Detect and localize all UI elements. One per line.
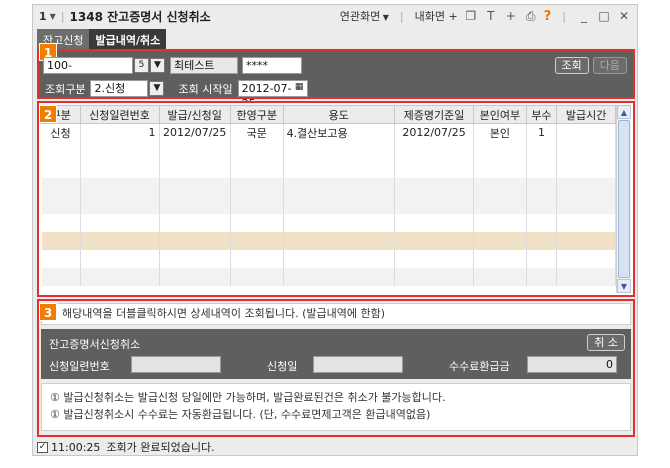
- app-window: 1 ▼ | 1348 잔고증명서 신청취소 연관화면 ▼ | 내화면 + ❐ T…: [32, 4, 638, 456]
- query-type-label: 조회구분: [45, 82, 86, 96]
- cancel-panel: 3 해당내역을 더블클릭하시면 상세내역이 조회됩니다. (발급내역에 한함) …: [37, 299, 635, 437]
- cancel-request-box: 잔고증명서신청취소 취 소 신청일련번호 신청일 수수료환급금 0: [41, 329, 631, 379]
- request-date-label: 신청일: [267, 360, 298, 373]
- calendar-icon[interactable]: ▦: [292, 81, 307, 96]
- tab-issue-history[interactable]: 발급내역/취소: [89, 29, 167, 49]
- fee-refund-label: 수수료환급금: [449, 360, 510, 373]
- help-icon[interactable]: ?: [544, 9, 552, 24]
- query-type-select[interactable]: 2.신청: [90, 80, 149, 97]
- account-input[interactable]: 100-: [43, 57, 133, 74]
- notice-box: ① 발급신청취소는 발급신청 당일에만 가능하며, 발급완료된건은 취소가 불가…: [41, 383, 631, 431]
- text-icon[interactable]: T: [484, 9, 498, 23]
- status-check-icon[interactable]: ✓: [37, 441, 48, 453]
- title-bar: 1 ▼ | 1348 잔고증명서 신청취소 연관화면 ▼ | 내화면 + ❐ T…: [33, 5, 637, 27]
- table-row[interactable]: [41, 213, 616, 232]
- notice-line: ① 발급신청취소시 수수료는 자동환급됩니다. (단, 수수료면제고객은 환급내…: [50, 408, 431, 421]
- scroll-thumb[interactable]: [618, 120, 630, 278]
- table-row[interactable]: [41, 249, 616, 268]
- status-message: 조회가 완료되었습니다.: [106, 441, 215, 454]
- status-time: 11:00:25: [51, 440, 101, 454]
- scroll-up-icon[interactable]: ▲: [617, 105, 631, 119]
- next-button[interactable]: 다음: [592, 57, 627, 74]
- search-panel: 1 100- 5 ▼ 최테스트 **** 조회 다음 조회구분 2.신청 ▼ 조…: [37, 43, 635, 110]
- col-header-issue-date[interactable]: 발급/신청일: [158, 105, 231, 124]
- col-header-self[interactable]: 본인여부: [473, 105, 527, 124]
- cancel-button[interactable]: 취 소: [587, 334, 625, 351]
- history-grid-panel: 2 구분 신청일련번호 발급/신청일 한영구분 용도 제증명기준일 본인여부 부…: [37, 101, 635, 297]
- maximize-icon[interactable]: □: [597, 9, 611, 23]
- history-grid: 구분 신청일련번호 발급/신청일 한영구분 용도 제증명기준일 본인여부 부수 …: [41, 105, 616, 286]
- window-icon[interactable]: ❐: [464, 9, 478, 23]
- account-dropdown-icon[interactable]: ▼: [150, 58, 165, 73]
- grid-scrollbar[interactable]: ▲ ▼: [616, 105, 631, 293]
- col-header-copies[interactable]: 부수: [525, 105, 558, 124]
- serial-label: 신청일련번호: [49, 360, 110, 373]
- close-icon[interactable]: ✕: [617, 9, 631, 23]
- title-actions: 연관화면 ▼ | 내화면 + ❐ T + ⎙ ? | _ □ ✕: [340, 5, 631, 27]
- divider: |: [562, 9, 566, 23]
- table-row[interactable]: [41, 177, 616, 196]
- query-type-dropdown-icon[interactable]: ▼: [149, 81, 165, 96]
- serial-field: [131, 356, 221, 373]
- table-row[interactable]: [41, 195, 616, 214]
- col-header-base-date[interactable]: 제증명기준일: [394, 105, 475, 124]
- table-row[interactable]: [41, 267, 616, 286]
- table-row[interactable]: 신청 1 2012/07/25 국문 4.결산보고용 2012/07/25 본인…: [41, 123, 616, 142]
- divider: |: [399, 9, 404, 23]
- start-date-label: 조회 시작일: [178, 82, 233, 96]
- account-number-button[interactable]: 5: [134, 58, 149, 73]
- related-screens-menu[interactable]: 연관화면 ▼: [340, 8, 389, 24]
- notice-line: ① 발급신청취소는 발급신청 당일에만 가능하며, 발급완료된건은 취소가 불가…: [50, 391, 446, 404]
- cancel-title: 잔고증명서신청취소: [49, 338, 141, 351]
- minimize-icon[interactable]: _: [577, 9, 591, 23]
- table-row-selected[interactable]: [41, 231, 616, 250]
- print-icon[interactable]: ⎙: [524, 9, 538, 24]
- screen-number: 1: [39, 9, 47, 23]
- col-header-serial[interactable]: 신청일련번호: [79, 105, 160, 124]
- screen-dropdown-icon[interactable]: ▼: [50, 12, 56, 21]
- table-row[interactable]: [41, 141, 616, 160]
- table-row[interactable]: [41, 159, 616, 178]
- divider: |: [60, 9, 65, 23]
- status-bar: ✓ 11:00:25 조회가 완료되었습니다.: [37, 439, 635, 455]
- section-badge-2: 2: [39, 105, 57, 123]
- password-input[interactable]: ****: [242, 57, 302, 74]
- scroll-down-icon[interactable]: ▼: [617, 279, 631, 293]
- query-button[interactable]: 조회: [554, 57, 589, 74]
- fee-refund-field: 0: [527, 356, 617, 373]
- col-header-purpose[interactable]: 용도: [282, 105, 396, 124]
- request-date-field: [313, 356, 403, 373]
- section-badge-3: 3: [39, 303, 57, 321]
- account-holder-name: 최테스트: [170, 57, 238, 74]
- plus-icon[interactable]: +: [504, 9, 518, 23]
- window-title: 1348 잔고증명서 신청취소: [69, 9, 211, 24]
- col-header-language[interactable]: 한영구분: [229, 105, 284, 124]
- info-message: 해당내역을 더블클릭하시면 상세내역이 조회됩니다. (발급내역에 한함): [41, 303, 631, 325]
- my-screen-menu[interactable]: 내화면 +: [415, 8, 458, 24]
- col-header-issue-time[interactable]: 발급시간: [556, 105, 616, 124]
